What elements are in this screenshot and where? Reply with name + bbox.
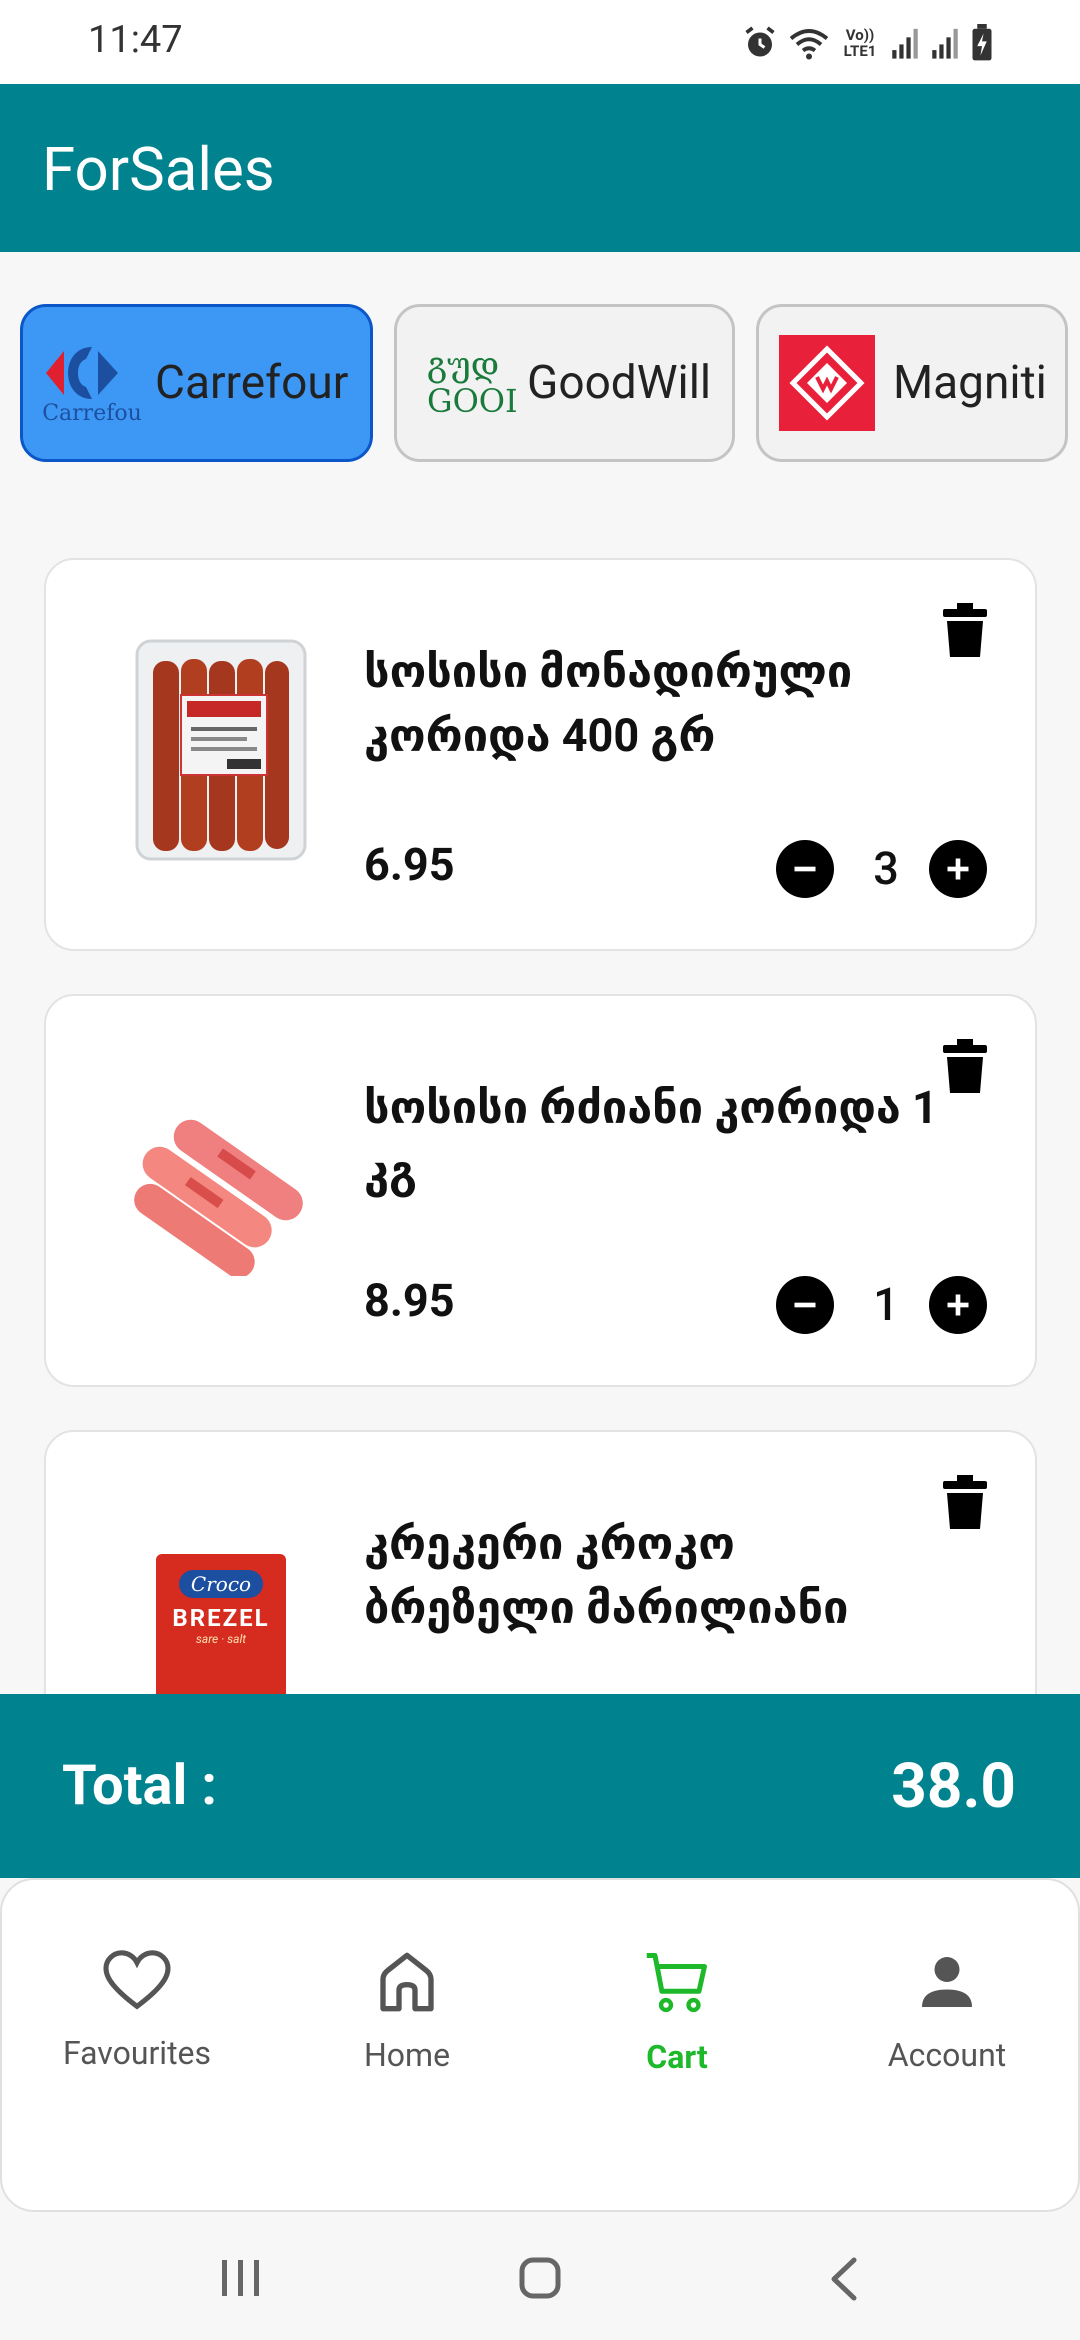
carrefour-mark-icon (46, 346, 118, 399)
trash-icon[interactable] (941, 1038, 989, 1096)
app-bar: ForSales (0, 84, 1080, 252)
product-image (106, 620, 336, 880)
total-value: 38.0 (891, 1750, 1016, 1823)
plus-icon (947, 1294, 969, 1316)
minus-icon (794, 866, 816, 872)
magniti-mark-icon (789, 345, 865, 421)
network-label: Vo)) LTE1 (843, 26, 877, 60)
status-time: 11:47 (88, 18, 183, 62)
home-button-icon[interactable] (518, 2256, 562, 2300)
product-image (106, 1056, 336, 1316)
nav-account[interactable]: Account (812, 1950, 1080, 2100)
battery-charging-icon (972, 24, 992, 61)
nav-home[interactable]: Home (272, 1950, 542, 2100)
store-name: Magniti (893, 356, 1047, 410)
product-flavor: sare · salt (195, 1632, 247, 1646)
total-label: Total : (62, 1752, 218, 1818)
total-bar: Total : 38.0 (0, 1694, 1080, 1878)
carrefour-logo: Carrefou (37, 335, 147, 431)
store-chip-magniti[interactable]: Magniti (756, 304, 1068, 462)
product-brand: Croco (178, 1570, 264, 1598)
cart-item-card: სოსისი რძიანი კორიდა 1 კგ 8.95 1 (44, 994, 1037, 1387)
decrease-quantity-button[interactable] (776, 1276, 834, 1334)
status-icons: Vo)) LTE1 (742, 22, 994, 64)
nav-label: Favourites (62, 2034, 212, 2072)
quantity-value: 1 (873, 1278, 899, 1331)
cart-icon (646, 1953, 707, 2013)
product-name: სოსისი რძიანი კორიდა 1 კგ (364, 1081, 938, 1198)
product-name: სოსისი მონადირული კორიდა 400 გრ (364, 645, 853, 762)
nav-label: Account (887, 2036, 1007, 2074)
product-price: 8.95 (364, 1274, 455, 1327)
system-navigation-bar (0, 2212, 1080, 2340)
milk-sausages-image (134, 1119, 303, 1276)
status-bar: 11:47 Vo)) LTE1 (0, 0, 1080, 84)
wifi-icon (789, 29, 829, 60)
product-name: კრეკერი კროკო ბრეზელი მარილიანი (364, 1517, 849, 1634)
heart-icon (103, 1950, 171, 2010)
nav-label: Home (363, 2036, 451, 2074)
store-name: Carrefour (155, 356, 349, 410)
goodwill-logo-text-bottom: GOOI (427, 382, 518, 420)
nav-favourites[interactable]: Favourites (2, 1950, 272, 2100)
app-title: ForSales (42, 134, 275, 205)
quantity-value: 3 (873, 842, 899, 895)
signal-icon (932, 28, 958, 59)
trash-icon[interactable] (941, 602, 989, 660)
store-chip-carrefour[interactable]: Carrefou Carrefour (20, 304, 373, 462)
plus-icon (947, 858, 969, 880)
nav-cart[interactable]: Cart (542, 1950, 812, 2100)
bottom-navigation: Favourites Home Cart Account (0, 1878, 1080, 2212)
product-price: 6.95 (364, 838, 455, 891)
back-icon[interactable] (826, 2256, 862, 2302)
alarm-icon (745, 26, 775, 57)
carrefour-logo-text: Carrefou (42, 400, 142, 426)
decrease-quantity-button[interactable] (776, 840, 834, 898)
store-chip-goodwill[interactable]: გუდ GOOI GoodWill (394, 304, 735, 462)
store-selector: Carrefou Carrefour გუდ GOOI GoodWill Mag… (0, 252, 1080, 502)
home-icon (380, 1952, 434, 2012)
goodwill-logo: გუდ GOOI (413, 335, 518, 431)
magniti-logo (779, 335, 875, 431)
nav-label: Cart (646, 2038, 708, 2076)
increase-quantity-button[interactable] (929, 1276, 987, 1334)
goodwill-logo-text-top: გუდ (427, 345, 500, 385)
minus-icon (794, 1302, 816, 1308)
smoked-sausages-image (135, 639, 307, 861)
trash-icon[interactable] (941, 1474, 989, 1532)
product-line: BREZEL (172, 1604, 270, 1632)
cart-item-card: სოსისი მონადირული კორიდა 400 გრ 6.95 3 (44, 558, 1037, 951)
increase-quantity-button[interactable] (929, 840, 987, 898)
signal-icon (892, 28, 918, 59)
person-icon (922, 1957, 972, 2007)
recent-apps-icon[interactable] (220, 2258, 262, 2298)
store-name: GoodWill (527, 356, 712, 410)
